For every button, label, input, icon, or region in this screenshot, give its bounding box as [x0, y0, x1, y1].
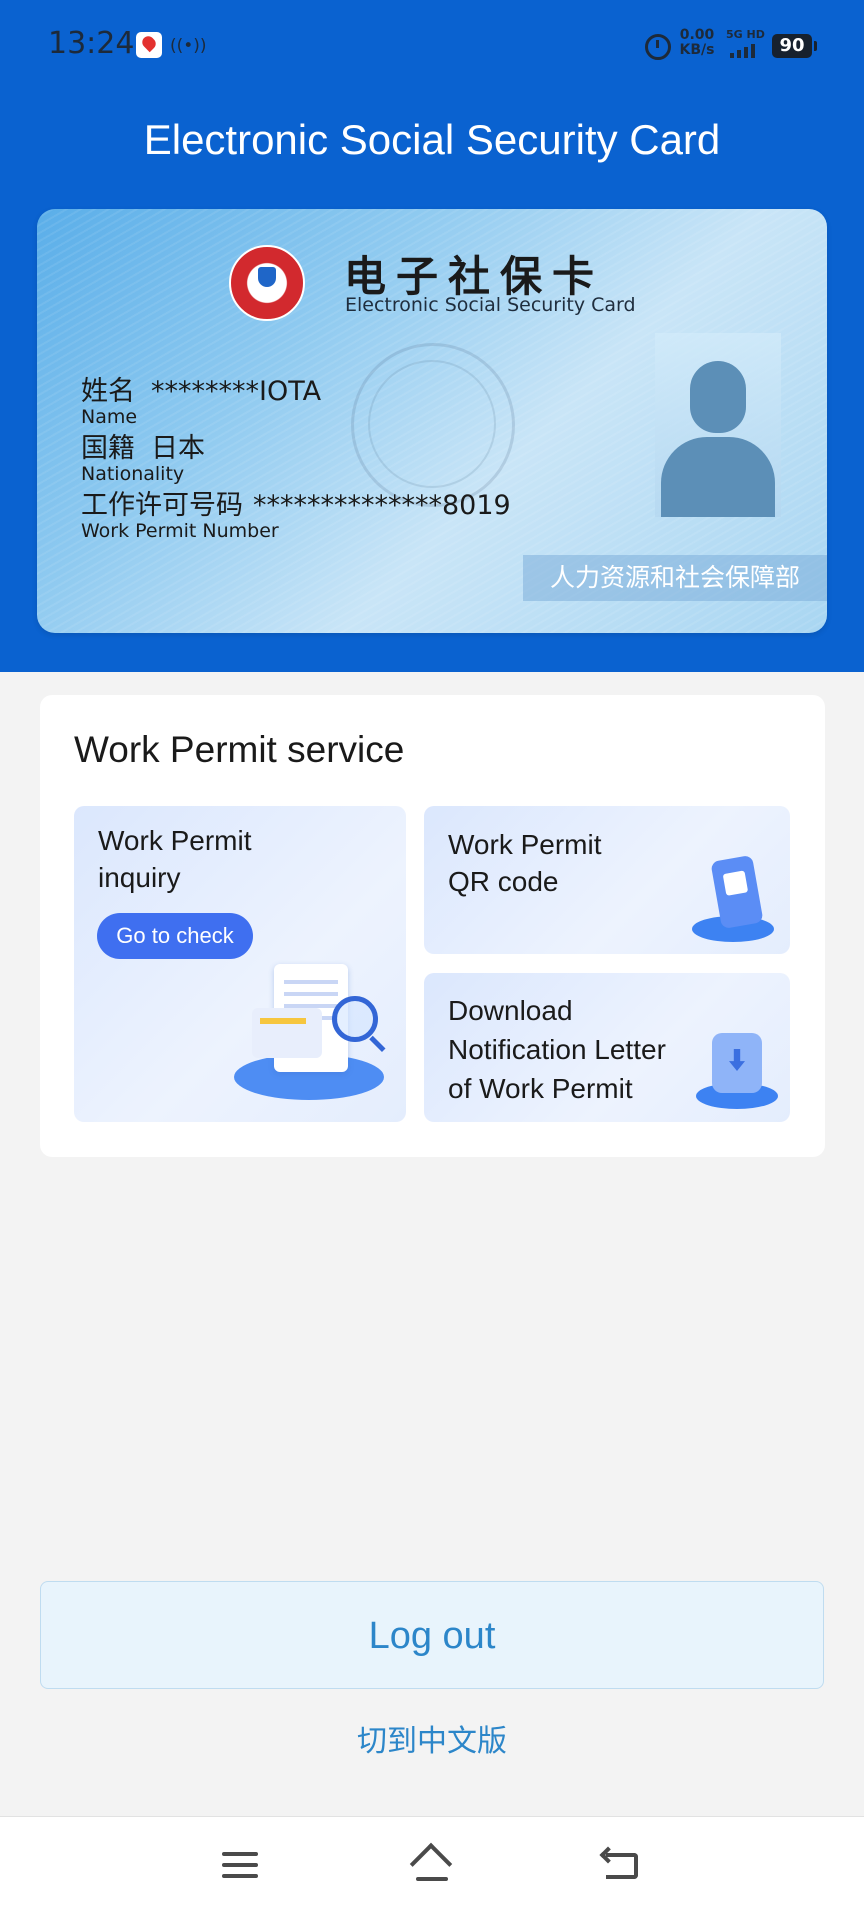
- home-icon[interactable]: [410, 1847, 454, 1887]
- menu-icon[interactable]: [222, 1863, 258, 1867]
- status-time: 13:24: [48, 26, 135, 61]
- card-issuer: 人力资源和社会保障部: [523, 555, 827, 601]
- social-security-card[interactable]: 电子社保卡 Electronic Social Security Card 姓名…: [37, 209, 827, 633]
- work-permit-service-panel: Work Permit service Work Permit inquiry …: [40, 695, 825, 1157]
- work-permit-qr-code-tile[interactable]: Work Permit QR code: [424, 806, 790, 954]
- back-icon[interactable]: [604, 1849, 642, 1885]
- document-search-icon: [214, 956, 404, 1116]
- logout-button[interactable]: Log out: [40, 1581, 824, 1689]
- status-bar: 13:24 ((•)) 0.00 KB/s 5G HD 90: [0, 0, 864, 92]
- nationality-value: 日本: [151, 433, 205, 464]
- social-security-emblem-icon: [229, 245, 305, 321]
- card-photo-placeholder: [655, 333, 781, 517]
- net-speed: 0.00 KB/s: [679, 27, 715, 58]
- alarm-icon: [645, 34, 671, 60]
- page-title: Electronic Social Security Card: [143, 116, 721, 163]
- card-field-name: 姓名 ********IOTA Name: [81, 376, 322, 428]
- go-to-check-button[interactable]: Go to check: [97, 913, 253, 959]
- card-field-nationality: 国籍 日本 Nationality: [81, 433, 205, 485]
- header-area: 13:24 ((•)) 0.00 KB/s 5G HD 90 Electroni…: [0, 0, 864, 672]
- signal-icon: 5G HD: [726, 28, 766, 60]
- name-value: ********IOTA: [151, 376, 322, 407]
- service-title: Work Permit service: [74, 729, 405, 770]
- notification-icon: [136, 32, 162, 58]
- battery-indicator: 90: [772, 34, 817, 58]
- card-field-permit: 工作许可号码 **************8019 Work Permit Num…: [81, 490, 511, 542]
- qr-phone-icon: [686, 854, 778, 948]
- hotspot-icon: ((•)): [170, 36, 207, 56]
- permit-number-value: **************8019: [253, 490, 511, 521]
- download-notification-letter-tile[interactable]: Download Notification Letter of Work Per…: [424, 973, 790, 1122]
- work-permit-inquiry-tile[interactable]: Work Permit inquiry Go to check: [74, 806, 406, 1122]
- system-nav-bar: [0, 1816, 864, 1921]
- card-title-en: Electronic Social Security Card: [345, 294, 636, 316]
- download-icon: [692, 1029, 782, 1115]
- switch-to-chinese-link[interactable]: 切到中文版: [0, 1716, 864, 1760]
